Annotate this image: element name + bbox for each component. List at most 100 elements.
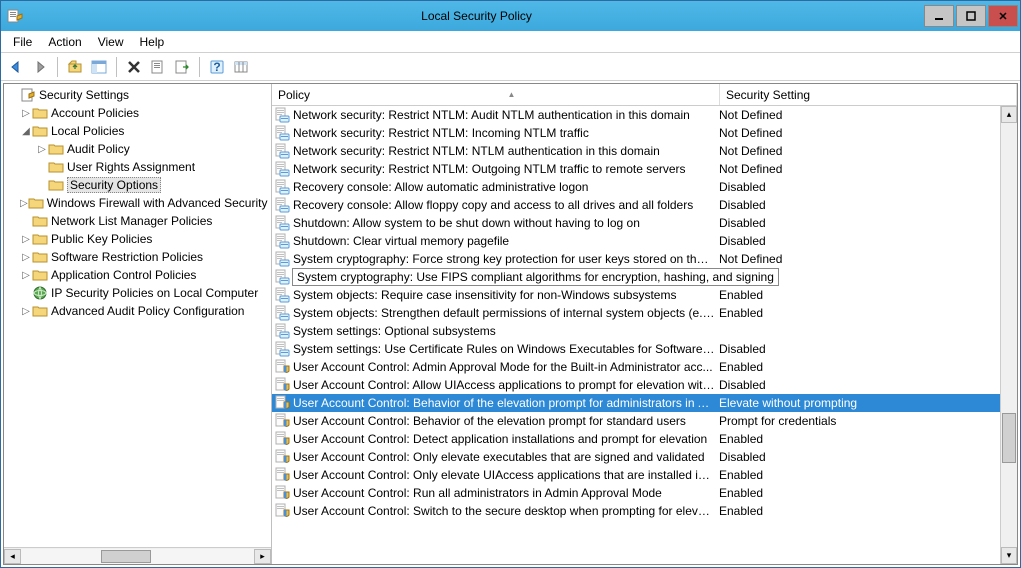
policy-list[interactable]: Network security: Restrict NTLM: Audit N… — [272, 106, 1017, 564]
policy-row[interactable]: Network security: Restrict NTLM: NTLM au… — [272, 142, 1017, 160]
tree-label: Software Restriction Policies — [51, 250, 203, 264]
maximize-button[interactable] — [956, 5, 986, 27]
policy-row[interactable]: User Account Control: Switch to the secu… — [272, 502, 1017, 520]
policy-row[interactable]: System objects: Require case insensitivi… — [272, 286, 1017, 304]
scroll-up-button[interactable]: ▴ — [1001, 106, 1017, 123]
policy-value: Disabled — [719, 234, 1017, 248]
refresh-columns-button[interactable] — [230, 56, 252, 78]
policy-row[interactable]: User Account Control: Behavior of the el… — [272, 412, 1017, 430]
tree-item[interactable]: ▷Windows Firewall with Advanced Security — [4, 194, 271, 212]
policy-value: Enabled — [719, 486, 1017, 500]
uac-icon — [274, 413, 290, 429]
folder-icon — [28, 195, 44, 211]
delete-button[interactable] — [123, 56, 145, 78]
policy-value: Enabled — [719, 468, 1017, 482]
properties-button[interactable] — [147, 56, 169, 78]
tree-item[interactable]: ▷Application Control Policies — [4, 266, 271, 284]
menu-help[interactable]: Help — [132, 33, 173, 51]
show-hide-tree-button[interactable] — [88, 56, 110, 78]
policy-row[interactable]: System cryptography: Force strong key pr… — [272, 250, 1017, 268]
policy-icon — [274, 161, 290, 177]
expander-icon[interactable]: ▷ — [20, 270, 32, 281]
expander-icon[interactable]: ▷ — [20, 234, 32, 245]
policy-icon — [274, 179, 290, 195]
policy-row[interactable]: User Account Control: Allow UIAccess app… — [272, 376, 1017, 394]
tree-item[interactable]: IP Security Policies on Local Computer — [4, 284, 271, 302]
scroll-right-button[interactable]: ▸ — [254, 549, 271, 564]
policy-row[interactable]: User Account Control: Admin Approval Mod… — [272, 358, 1017, 376]
tree-root[interactable]: Security Settings — [4, 86, 271, 104]
tree-item[interactable]: Network List Manager Policies — [4, 212, 271, 230]
policy-value: Not Defined — [719, 252, 1017, 266]
expander-icon[interactable]: ▷ — [20, 306, 32, 317]
policy-row[interactable]: Shutdown: Allow system to be shut down w… — [272, 214, 1017, 232]
column-policy[interactable]: Policy ▲ — [272, 84, 720, 105]
tree-item[interactable]: Security Options — [4, 176, 271, 194]
expander-icon[interactable]: ▷ — [20, 198, 28, 209]
tree-item[interactable]: ▷ Account Policies — [4, 104, 271, 122]
tree-label: Local Policies — [51, 124, 124, 138]
menu-action[interactable]: Action — [40, 33, 89, 51]
export-button[interactable] — [171, 56, 193, 78]
folder-icon — [48, 141, 64, 157]
policy-row[interactable]: User Account Control: Behavior of the el… — [272, 394, 1017, 412]
policy-row[interactable]: Network security: Restrict NTLM: Audit N… — [272, 106, 1017, 124]
tree[interactable]: Security Settings ▷ Account Policies ◢ Loca… — [4, 84, 271, 547]
column-security-setting[interactable]: Security Setting — [720, 84, 1017, 105]
tree-pane: Security Settings ▷ Account Policies ◢ Loca… — [4, 84, 272, 564]
tree-item[interactable]: User Rights Assignment — [4, 158, 271, 176]
policy-name: User Account Control: Allow UIAccess app… — [293, 378, 719, 392]
policy-name: User Account Control: Only elevate UIAcc… — [293, 468, 719, 482]
expander-icon[interactable]: ▷ — [36, 144, 48, 155]
folder-icon — [48, 177, 64, 193]
policy-row[interactable]: User Account Control: Run all administra… — [272, 484, 1017, 502]
policy-row[interactable]: User Account Control: Detect application… — [272, 430, 1017, 448]
policy-row[interactable]: User Account Control: Only elevate execu… — [272, 448, 1017, 466]
expander-icon[interactable]: ◢ — [20, 126, 32, 137]
menu-view[interactable]: View — [90, 33, 132, 51]
close-button[interactable] — [988, 5, 1018, 27]
up-button[interactable] — [64, 56, 86, 78]
expander-icon[interactable]: ▷ — [20, 108, 32, 119]
policy-name: System objects: Strengthen default permi… — [293, 306, 719, 320]
policy-row[interactable]: User Account Control: Only elevate UIAcc… — [272, 466, 1017, 484]
tree-item[interactable]: ▷Audit Policy — [4, 140, 271, 158]
back-button[interactable] — [5, 56, 27, 78]
policy-row[interactable]: System objects: Strengthen default permi… — [272, 304, 1017, 322]
policy-name: User Account Control: Detect application… — [293, 432, 719, 446]
policy-row[interactable]: Network security: Restrict NTLM: Incomin… — [272, 124, 1017, 142]
expander-icon[interactable]: ▷ — [20, 252, 32, 263]
help-button[interactable]: ? — [206, 56, 228, 78]
tree-item[interactable]: ▷Advanced Audit Policy Configuration — [4, 302, 271, 320]
uac-icon — [274, 377, 290, 393]
policy-value: Disabled — [719, 378, 1017, 392]
window-title: Local Security Policy — [31, 9, 922, 23]
policy-row[interactable]: Recovery console: Allow floppy copy and … — [272, 196, 1017, 214]
tree-item[interactable]: ▷Public Key Policies — [4, 230, 271, 248]
tree-label: Account Policies — [51, 106, 139, 120]
scroll-thumb[interactable] — [101, 550, 151, 563]
policy-row[interactable]: System settings: Use Certificate Rules o… — [272, 340, 1017, 358]
policy-row[interactable]: System cryptography: Use FIPS compliant … — [272, 268, 1017, 286]
policy-row[interactable]: Recovery console: Allow automatic admini… — [272, 178, 1017, 196]
policy-row[interactable]: Network security: Restrict NTLM: Outgoin… — [272, 160, 1017, 178]
policy-icon — [274, 269, 290, 285]
horizontal-scrollbar[interactable]: ◂ ▸ — [4, 547, 271, 564]
scroll-left-button[interactable]: ◂ — [4, 549, 21, 564]
policy-row[interactable]: System settings: Optional subsystems — [272, 322, 1017, 340]
uac-icon — [274, 431, 290, 447]
policy-value: Elevate without prompting — [719, 396, 1017, 410]
policy-icon — [274, 251, 290, 267]
vertical-scrollbar[interactable]: ▴ ▾ — [1000, 106, 1017, 564]
tree-item[interactable]: ◢ Local Policies — [4, 122, 271, 140]
folder-icon — [48, 159, 64, 175]
policy-name: Recovery console: Allow automatic admini… — [293, 180, 719, 194]
tree-item[interactable]: ▷ Software Restriction Policies — [4, 248, 271, 266]
policy-row[interactable]: Shutdown: Clear virtual memory pagefileD… — [272, 232, 1017, 250]
forward-button[interactable] — [29, 56, 51, 78]
scroll-thumb[interactable] — [1002, 413, 1016, 463]
scroll-down-button[interactable]: ▾ — [1001, 547, 1017, 564]
menu-file[interactable]: File — [5, 33, 40, 51]
app-icon — [7, 8, 23, 24]
minimize-button[interactable] — [924, 5, 954, 27]
